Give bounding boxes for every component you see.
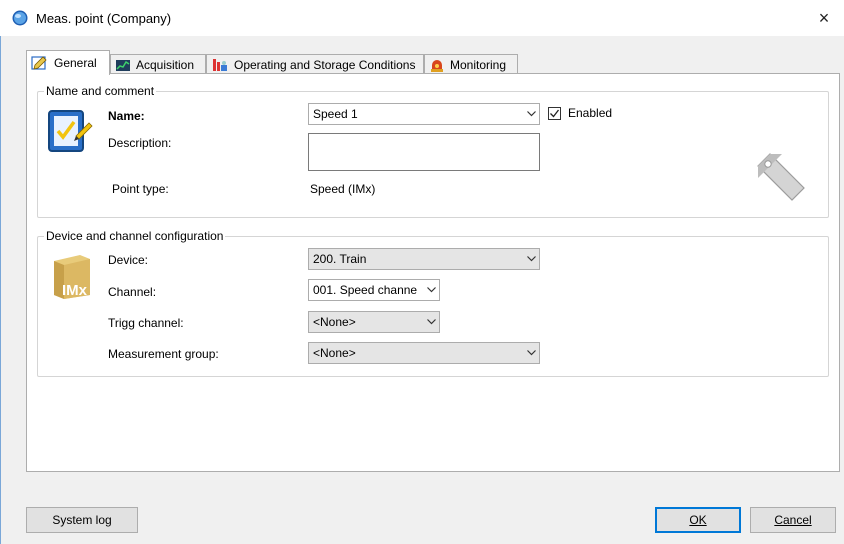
channel-value: 001. Speed channe (313, 283, 418, 297)
checkmark-icon (550, 109, 560, 118)
close-button[interactable]: × (804, 0, 844, 36)
cancel-button[interactable]: Cancel (750, 507, 836, 533)
name-comment-group: Name and comment Name: Speed 1 Enabled D… (37, 84, 829, 218)
conditions-icon (213, 58, 227, 71)
trigg-channel-label: Trigg channel: (108, 316, 184, 330)
tab-label: Operating and Storage Conditions (234, 57, 416, 72)
alarm-icon (431, 59, 443, 72)
enabled-checkbox[interactable] (548, 107, 561, 120)
window-border (0, 36, 1, 544)
tab-monitoring[interactable]: Monitoring (424, 54, 518, 74)
device-value: 200. Train (313, 252, 367, 266)
tab-general[interactable]: General (26, 50, 110, 75)
system-log-button[interactable]: System log (26, 507, 138, 533)
tab-operating-storage[interactable]: Operating and Storage Conditions (206, 54, 424, 74)
point-type-label: Point type: (112, 182, 169, 196)
description-label: Description: (108, 136, 172, 150)
checklist-edit-icon (48, 110, 93, 152)
name-label: Name: (108, 109, 145, 123)
window-title: Meas. point (Company) (36, 11, 172, 26)
edit-icon (31, 56, 47, 70)
blue-globe-icon (12, 10, 28, 26)
chevron-down-icon (523, 343, 539, 363)
channel-label: Channel: (108, 285, 157, 299)
device-combobox[interactable]: 200. Train (308, 248, 540, 270)
chevron-down-icon (523, 104, 539, 124)
measurement-group-value: <None> (313, 346, 356, 360)
ok-label: OK (689, 513, 707, 527)
chevron-down-icon (523, 249, 539, 269)
name-combobox[interactable]: Speed 1 (308, 103, 540, 125)
measurement-group-combobox[interactable]: <None> (308, 342, 540, 364)
enabled-label: Enabled (568, 106, 613, 120)
tag-icon (757, 153, 805, 201)
cancel-label: Cancel (774, 513, 812, 527)
general-tab-panel: Name and comment Name: Speed 1 Enabled D… (26, 73, 840, 472)
ok-button[interactable]: OK (655, 507, 741, 533)
point-type-value: Speed (IMx) (310, 182, 376, 196)
trigg-channel-value: <None> (313, 315, 356, 329)
tab-label: Acquisition (136, 57, 195, 72)
channel-combobox[interactable]: 001. Speed channe (308, 279, 440, 301)
tab-label: Monitoring (450, 57, 507, 72)
acquisition-icon (116, 59, 130, 71)
title-bar: Meas. point (Company) × (0, 0, 844, 36)
name-value: Speed 1 (313, 107, 358, 121)
trigg-channel-combobox[interactable]: <None> (308, 311, 440, 333)
group-title: Device and channel configuration (44, 229, 226, 243)
description-field[interactable] (308, 133, 540, 171)
measurement-group-label: Measurement group: (108, 347, 219, 361)
device-channel-group: Device and channel configuration IMx Dev… (37, 229, 829, 377)
chevron-down-icon (423, 312, 439, 332)
group-title: Name and comment (44, 84, 157, 98)
tab-acquisition[interactable]: Acquisition (110, 54, 206, 74)
system-log-label: System log (52, 513, 112, 527)
tab-label: General (54, 56, 97, 70)
chevron-down-icon (423, 280, 439, 300)
device-label: Device: (108, 253, 149, 267)
close-icon: × (818, 7, 830, 28)
imx-logo-text: IMx (62, 282, 88, 299)
